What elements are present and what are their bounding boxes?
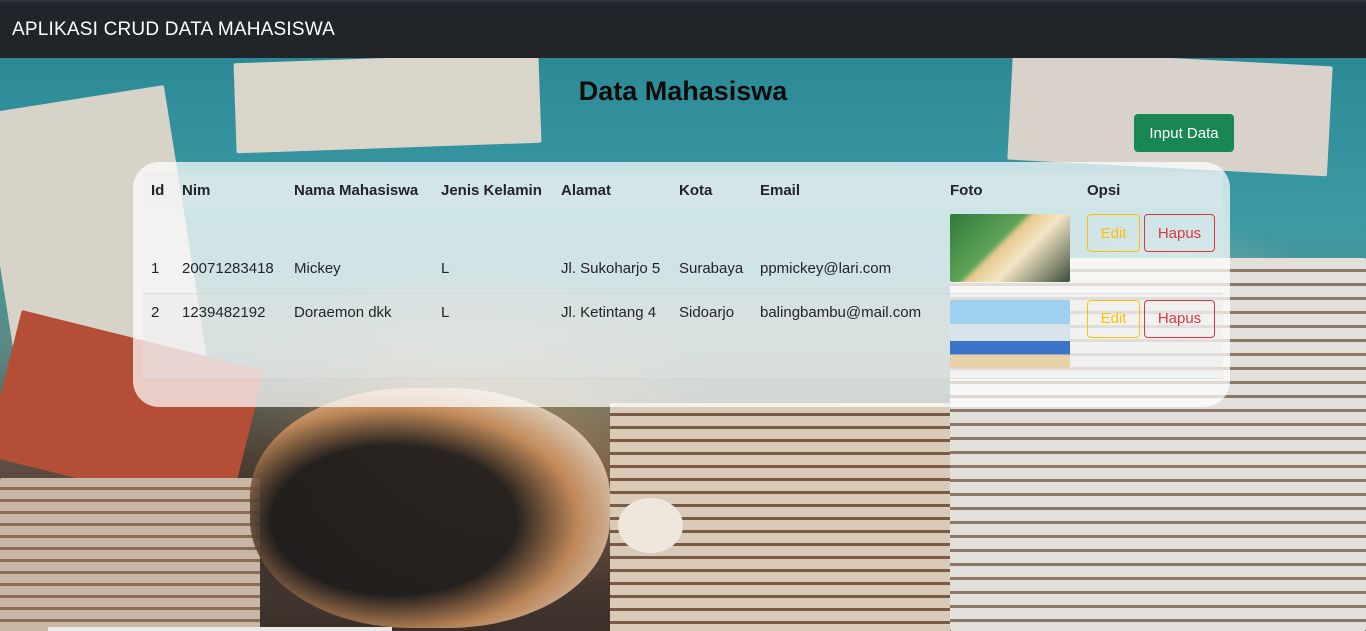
horizontal-scrollbar[interactable] [48,627,392,631]
cell-email: balingbambu@mail.com [760,303,922,321]
header-email: Email [760,182,801,199]
table-row: 1 20071283418 Mickey L Jl. Sukoharjo 5 S… [143,208,1223,293]
anime-character-photo-icon [950,214,1070,282]
navbar-brand[interactable]: APLIKASI CRUD DATA MAHASISWA [12,19,335,41]
header-kota: Kota [679,182,713,199]
row-actions: Edit Hapus [1087,299,1215,338]
cell-foto [942,293,1079,378]
cell-id: 1 [151,260,160,277]
edit-button[interactable]: Edit [1087,214,1140,252]
table-header-row: Id Nim Nama Mahasiswa Jenis Kelamin Alam… [143,172,1223,208]
cell-alamat: Jl. Ketintang 4 [561,303,657,321]
header-nama: Nama Mahasiswa [294,182,419,199]
cell-nim: 20071283418 [182,260,274,277]
header-jenis-kelamin: Jenis Kelamin [441,182,542,199]
cell-nim: 1239482192 [182,303,266,321]
cat-paw-decoration [618,498,683,553]
table-row: 2 1239482192 Doraemon dkk L Jl. Ketintan… [143,293,1223,378]
cell-email: ppmickey@lari.com [760,260,892,277]
cell-opsi: Edit Hapus [1079,293,1223,378]
cat-decoration [250,388,610,628]
hapus-button[interactable]: Hapus [1144,299,1215,338]
header-id: Id [151,182,165,199]
navbar: APLIKASI CRUD DATA MAHASISWA [0,2,1366,58]
cell-nama: Mickey [294,260,341,277]
header-foto: Foto [950,182,983,199]
header-alamat: Alamat [561,182,612,199]
edit-button[interactable]: Edit [1087,299,1140,338]
cell-jenis-kelamin: L [441,260,450,277]
cell-nama: Doraemon dkk [294,303,392,321]
book-stack [0,478,260,631]
cell-alamat: Jl. Sukoharjo 5 [561,260,661,277]
cell-kota: Sidoarjo [679,303,735,321]
cell-kota: Surabaya [679,260,744,277]
cell-opsi: Edit Hapus [1079,208,1223,293]
cell-foto [942,208,1079,293]
cell-jenis-kelamin: L [441,303,450,321]
hapus-button[interactable]: Hapus [1144,214,1215,252]
cell-id: 2 [151,303,160,321]
header-opsi: Opsi [1087,182,1121,199]
page-title: Data Mahasiswa [578,76,788,106]
cartoon-group-photo-icon [950,299,1070,368]
header-nim: Nim [182,182,211,199]
mahasiswa-table: Id Nim Nama Mahasiswa Jenis Kelamin Alam… [143,172,1223,379]
row-actions: Edit Hapus [1087,214,1215,252]
input-data-button[interactable]: Input Data [1134,114,1234,152]
